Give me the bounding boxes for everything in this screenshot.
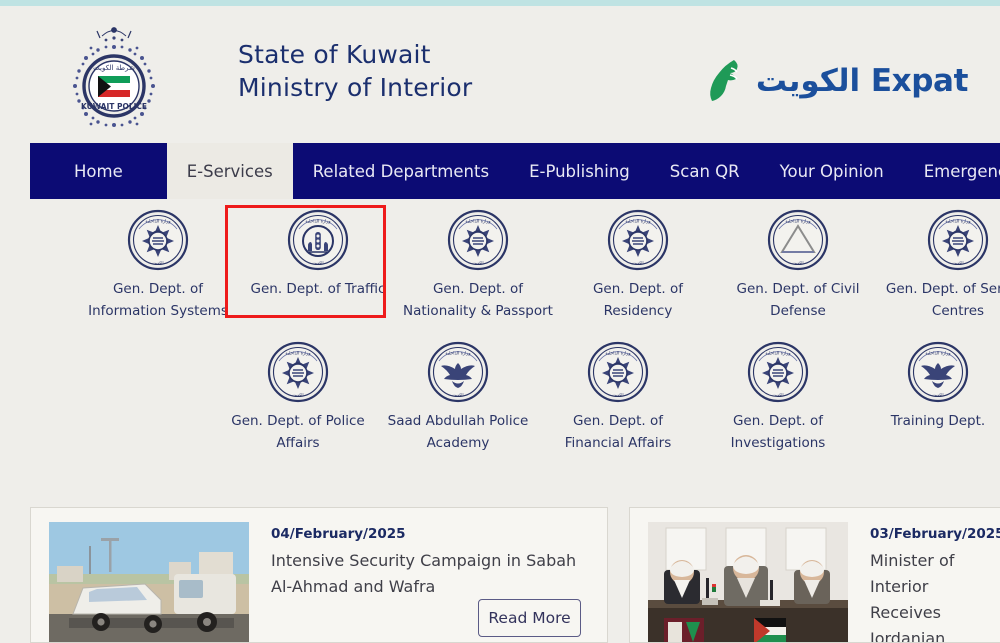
department-item-gen-dept-of-traffic[interactable]: وزارة الداخلية الكويت Gen. Dept. of Traffi… xyxy=(238,199,398,323)
department-label: Gen. Dept. of Civil Defense xyxy=(736,281,860,319)
title-line-1: State of Kuwait xyxy=(238,40,431,69)
department-item-gen-dept-of-service-centres[interactable]: وزارة الداخلية الكويت Gen. Dept. of Servic… xyxy=(878,199,1000,323)
department-label: Gen. Dept. of Police Affairs xyxy=(231,412,365,451)
nav-item-related-departments[interactable]: Related Departments xyxy=(293,143,509,199)
department-item-saad-abdullah-police-academy[interactable]: وزارة الداخلية الكويت Saad Abdullah Police… xyxy=(378,331,538,455)
svg-text:وزارة الداخلية: وزارة الداخلية xyxy=(285,351,310,356)
civil-defense-triangle-icon: وزارة الداخلية الكويت xyxy=(767,209,829,271)
traffic-light-emblem-icon: وزارة الداخلية الكويت xyxy=(287,209,349,271)
nav-item-e-publishing[interactable]: E-Publishing xyxy=(509,143,650,199)
news-date: 03/February/2025 xyxy=(870,526,1000,542)
news-date: 04/February/2025 xyxy=(271,526,406,542)
svg-text:الكويت: الكويت xyxy=(952,260,963,265)
nav-item-scan-qr[interactable]: Scan QR xyxy=(650,143,760,199)
departments-carousel: وزارة الداخلية الكويت Gen. Dept. of Inform… xyxy=(0,199,1000,461)
svg-text:وزارة الداخلية: وزارة الداخلية xyxy=(465,220,490,225)
department-item-gen-dept-of-police-affairs[interactable]: وزارة الداخلية الكويت Gen. Dept. of Police… xyxy=(218,331,378,455)
moi-emblem-icon: وزارة الداخلية الكويت xyxy=(927,209,989,271)
svg-text:الكويت: الكويت xyxy=(452,392,463,397)
svg-text:الكويت: الكويت xyxy=(472,260,483,265)
towed-car-photo xyxy=(49,522,249,642)
news-card[interactable]: 03/February/2025 Minister of Interior Re… xyxy=(629,507,1000,643)
moi-emblem-icon: وزارة الداخلية الكويت xyxy=(267,341,329,402)
department-label: Gen. Dept. of Information Systems xyxy=(88,281,228,319)
svg-text:وزارة الداخلية: وزارة الداخلية xyxy=(445,351,470,356)
svg-text:الكويت: الكويت xyxy=(292,392,303,397)
department-item-gen-dept-of-nationality-passport[interactable]: وزارة الداخلية الكويت Gen. Dept. of Nation… xyxy=(398,199,558,323)
press-conference-photo xyxy=(648,522,848,642)
department-label: Gen. Dept. of Traffic xyxy=(250,281,386,297)
expat-brand-text: الكويت Expat xyxy=(756,63,968,99)
department-item-gen-dept-of-financial-affairs[interactable]: وزارة الداخلية الكويت Gen. Dept. of Financ… xyxy=(538,331,698,455)
main-navigation[interactable]: Home E-Services Related Departments E-Publi… xyxy=(30,143,1000,199)
svg-text:وزارة الداخلية: وزارة الداخلية xyxy=(945,220,970,225)
departments-row-1: وزارة الداخلية الكويت Gen. Dept. of Inform… xyxy=(0,199,1000,323)
svg-text:وزارة الداخلية: وزارة الداخلية xyxy=(605,351,630,356)
svg-text:الكويت: الكويت xyxy=(612,392,623,397)
department-item-gen-dept-of-civil-defense[interactable]: وزارة الداخلية الكويت Gen. Dept. of Civil … xyxy=(718,199,878,323)
nav-item-your-opinion[interactable]: Your Opinion xyxy=(760,143,904,199)
moi-emblem-icon: وزارة الداخلية الكويت xyxy=(127,209,189,271)
expat-brand-en: Expat xyxy=(870,63,969,99)
svg-text:وزارة الداخلية: وزارة الداخلية xyxy=(925,351,950,356)
kuwait-map-icon xyxy=(710,60,738,101)
svg-text:الكويت: الكويت xyxy=(792,260,803,265)
department-label: Saad Abdullah Police Academy xyxy=(387,412,529,451)
news-title: Intensive Security Campaign in Sabah Al-… xyxy=(271,551,577,596)
news-title: Minister of Interior Receives Jordanian … xyxy=(870,551,955,643)
department-label: Gen. Dept. of Investigations xyxy=(730,412,826,451)
svg-text:وزارة الداخلية: وزارة الداخلية xyxy=(765,351,790,356)
svg-text:وزارة الداخلية: وزارة الداخلية xyxy=(305,220,330,225)
kuwait-police-crest-icon: شرطة الكويت KUWAIT POLICE xyxy=(73,27,155,127)
moi-emblem-icon: وزارة الداخلية الكويت xyxy=(747,341,809,402)
moi-emblem-icon: وزارة الداخلية الكويت xyxy=(587,341,649,402)
department-label: Training Dept. xyxy=(890,412,986,429)
svg-text:الكويت: الكويت xyxy=(312,260,323,265)
carousel-controls: الكويت Expat xyxy=(0,461,1000,506)
nav-item-emergency-contact[interactable]: Emergency Contact xyxy=(904,143,1000,199)
svg-text:الكويت: الكويت xyxy=(152,260,163,265)
svg-text:وزارة الداخلية: وزارة الداخلية xyxy=(145,220,170,225)
svg-text:KUWAIT POLICE: KUWAIT POLICE xyxy=(81,102,147,111)
page-root: شرطة الكويت KUWAIT POLICE State of Kuwai… xyxy=(0,0,1000,643)
page-title: State of Kuwait Ministry of Interior xyxy=(238,38,472,104)
eagle-emblem-icon: وزارة الداخلية الكويت xyxy=(427,341,489,402)
site-header: شرطة الكويت KUWAIT POLICE State of Kuwai… xyxy=(0,6,1000,139)
department-label: Gen. Dept. of Service Centres xyxy=(885,281,1000,319)
svg-text:الكويت: الكويت xyxy=(932,392,943,397)
moi-emblem-icon: وزارة الداخلية الكويت xyxy=(447,209,509,271)
department-item-training-dept[interactable]: وزارة الداخلية الكويت Training Dept. xyxy=(858,331,1000,455)
department-item-gen-dept-of-investigations[interactable]: وزارة الداخلية الكويت Gen. Dept. of Invest… xyxy=(698,331,858,455)
moi-emblem-icon: وزارة الداخلية الكويت xyxy=(607,209,669,271)
expat-brand-ar: الكويت xyxy=(755,63,861,99)
svg-text:وزارة الداخلية: وزارة الداخلية xyxy=(625,220,650,225)
svg-text:الكويت: الكويت xyxy=(772,392,783,397)
expat-brand-logo[interactable]: الكويت Expat xyxy=(707,58,968,104)
title-line-2: Ministry of Interior xyxy=(238,73,473,102)
eagle-emblem-icon: وزارة الداخلية الكويت xyxy=(907,341,969,402)
department-label: Gen. Dept. of Nationality & Passport xyxy=(403,281,553,319)
read-more-button[interactable]: Read More xyxy=(478,599,581,637)
department-item-gen-dept-of-information-systems[interactable]: وزارة الداخلية الكويت Gen. Dept. of Inform… xyxy=(78,199,238,323)
department-label: Gen. Dept. of Residency xyxy=(592,281,684,319)
svg-text:شرطة الكويت: شرطة الكويت xyxy=(93,64,135,72)
svg-text:وزارة الداخلية: وزارة الداخلية xyxy=(785,220,810,225)
nav-item-e-services[interactable]: E-Services xyxy=(166,143,293,199)
department-label: Gen. Dept. of Financial Affairs xyxy=(564,412,672,451)
department-item-gen-dept-of-residency[interactable]: وزارة الداخلية الكويت Gen. Dept. of Reside… xyxy=(558,199,718,323)
svg-text:الكويت: الكويت xyxy=(632,260,643,265)
nav-item-home[interactable]: Home xyxy=(30,143,167,199)
departments-row-2: وزارة الداخلية الكويت Gen. Dept. of Police… xyxy=(0,331,1000,455)
